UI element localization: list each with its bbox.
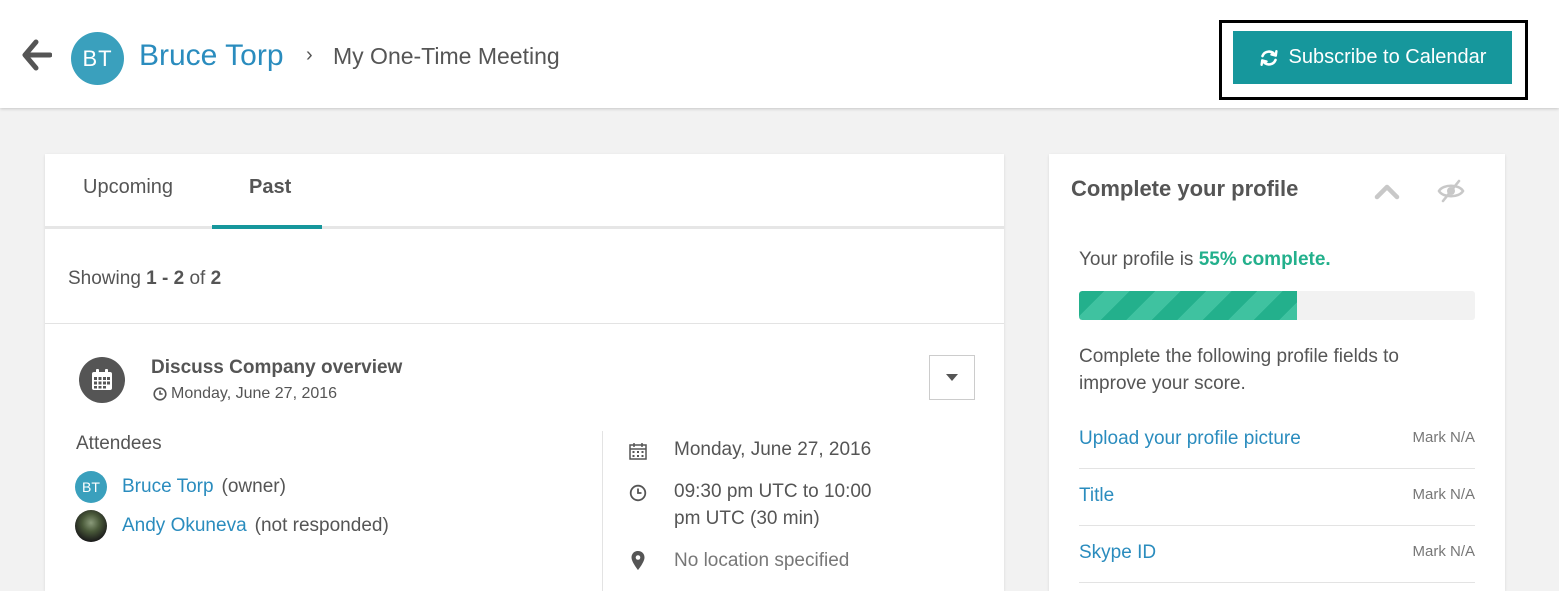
top-header: BT Bruce Torp › My One-Time Meeting Subs… [0, 0, 1559, 108]
list-item: Upload your profile picture Mark N/A [1079, 412, 1475, 469]
profile-completion-text: Your profile is 55% complete. [1079, 249, 1331, 270]
profile-progress-bar [1079, 291, 1475, 320]
attendee-status: (not responded) [254, 515, 389, 536]
caret-down-icon [946, 373, 958, 381]
eye-slash-icon[interactable] [1437, 178, 1465, 204]
tab-past[interactable]: Past [249, 176, 291, 199]
mark-na-button[interactable]: Mark N/A [1412, 543, 1475, 560]
subscribe-to-calendar-button[interactable]: Subscribe to Calendar [1233, 31, 1512, 84]
event-time: 09:30 pm UTC to 10:00 pm UTC (30 min) [674, 481, 872, 529]
calendar-icon [92, 369, 112, 390]
clock-icon [628, 483, 648, 503]
event-actions-dropdown[interactable] [929, 355, 975, 400]
attendee-row: BT Bruce Torp (owner) [75, 471, 286, 503]
complete-profile-card: Complete your profile Your profile is 55… [1049, 154, 1505, 591]
profile-field-link[interactable]: Title [1079, 485, 1114, 507]
refresh-icon [1259, 49, 1278, 66]
map-pin-icon [628, 551, 648, 571]
back-arrow-icon[interactable] [22, 38, 52, 72]
meetings-card: Upcoming Past Showing 1 - 2 of 2 Discuss… [45, 154, 1004, 591]
avatar: BT [75, 471, 107, 503]
tab-upcoming[interactable]: Upcoming [83, 176, 173, 199]
subscribe-label: Subscribe to Calendar [1288, 46, 1487, 68]
event-title[interactable]: Discuss Company overview [151, 357, 402, 379]
breadcrumb-separator-icon: › [306, 44, 313, 66]
results-count: Showing 1 - 2 of 2 [68, 268, 222, 289]
list-item: Title Mark N/A [1079, 469, 1475, 526]
attendees-heading: Attendees [76, 433, 162, 454]
attendee-name-link[interactable]: Bruce Torp [122, 476, 214, 498]
list-item: Skype ID Mark N/A [1079, 526, 1475, 583]
attendee-row: Andy Okuneva (not responded) [75, 510, 389, 542]
profile-instructions: Complete the following profile fields to… [1079, 346, 1400, 394]
vertical-divider [602, 431, 603, 591]
event-date: Monday, June 27, 2016 [674, 439, 872, 460]
event-calendar-badge [79, 357, 125, 403]
clock-icon [153, 387, 167, 401]
active-tab-indicator [212, 225, 322, 229]
profile-field-link[interactable]: Skype ID [1079, 542, 1156, 564]
profile-field-link[interactable]: Upload your profile picture [1079, 428, 1301, 450]
profile-progress-fill [1079, 291, 1297, 320]
event-date-summary: Monday, June 27, 2016 [153, 385, 337, 403]
page-title: My One-Time Meeting [333, 43, 560, 69]
mark-na-button[interactable]: Mark N/A [1412, 486, 1475, 503]
owner-name-link[interactable]: Bruce Torp [139, 36, 284, 76]
avatar [75, 510, 107, 542]
attendee-status: (owner) [221, 476, 286, 497]
meeting-tabs: Upcoming Past [45, 154, 1004, 229]
event-location: No location specified [674, 550, 850, 571]
divider [45, 323, 1004, 324]
owner-avatar[interactable]: BT [71, 32, 124, 85]
profile-completion-percent: 55% complete. [1198, 249, 1331, 270]
profile-card-title: Complete your profile [1071, 176, 1299, 201]
chevron-up-icon[interactable] [1374, 178, 1400, 204]
attendee-name-link[interactable]: Andy Okuneva [122, 515, 247, 537]
calendar-icon [628, 441, 648, 461]
mark-na-button[interactable]: Mark N/A [1412, 429, 1475, 446]
